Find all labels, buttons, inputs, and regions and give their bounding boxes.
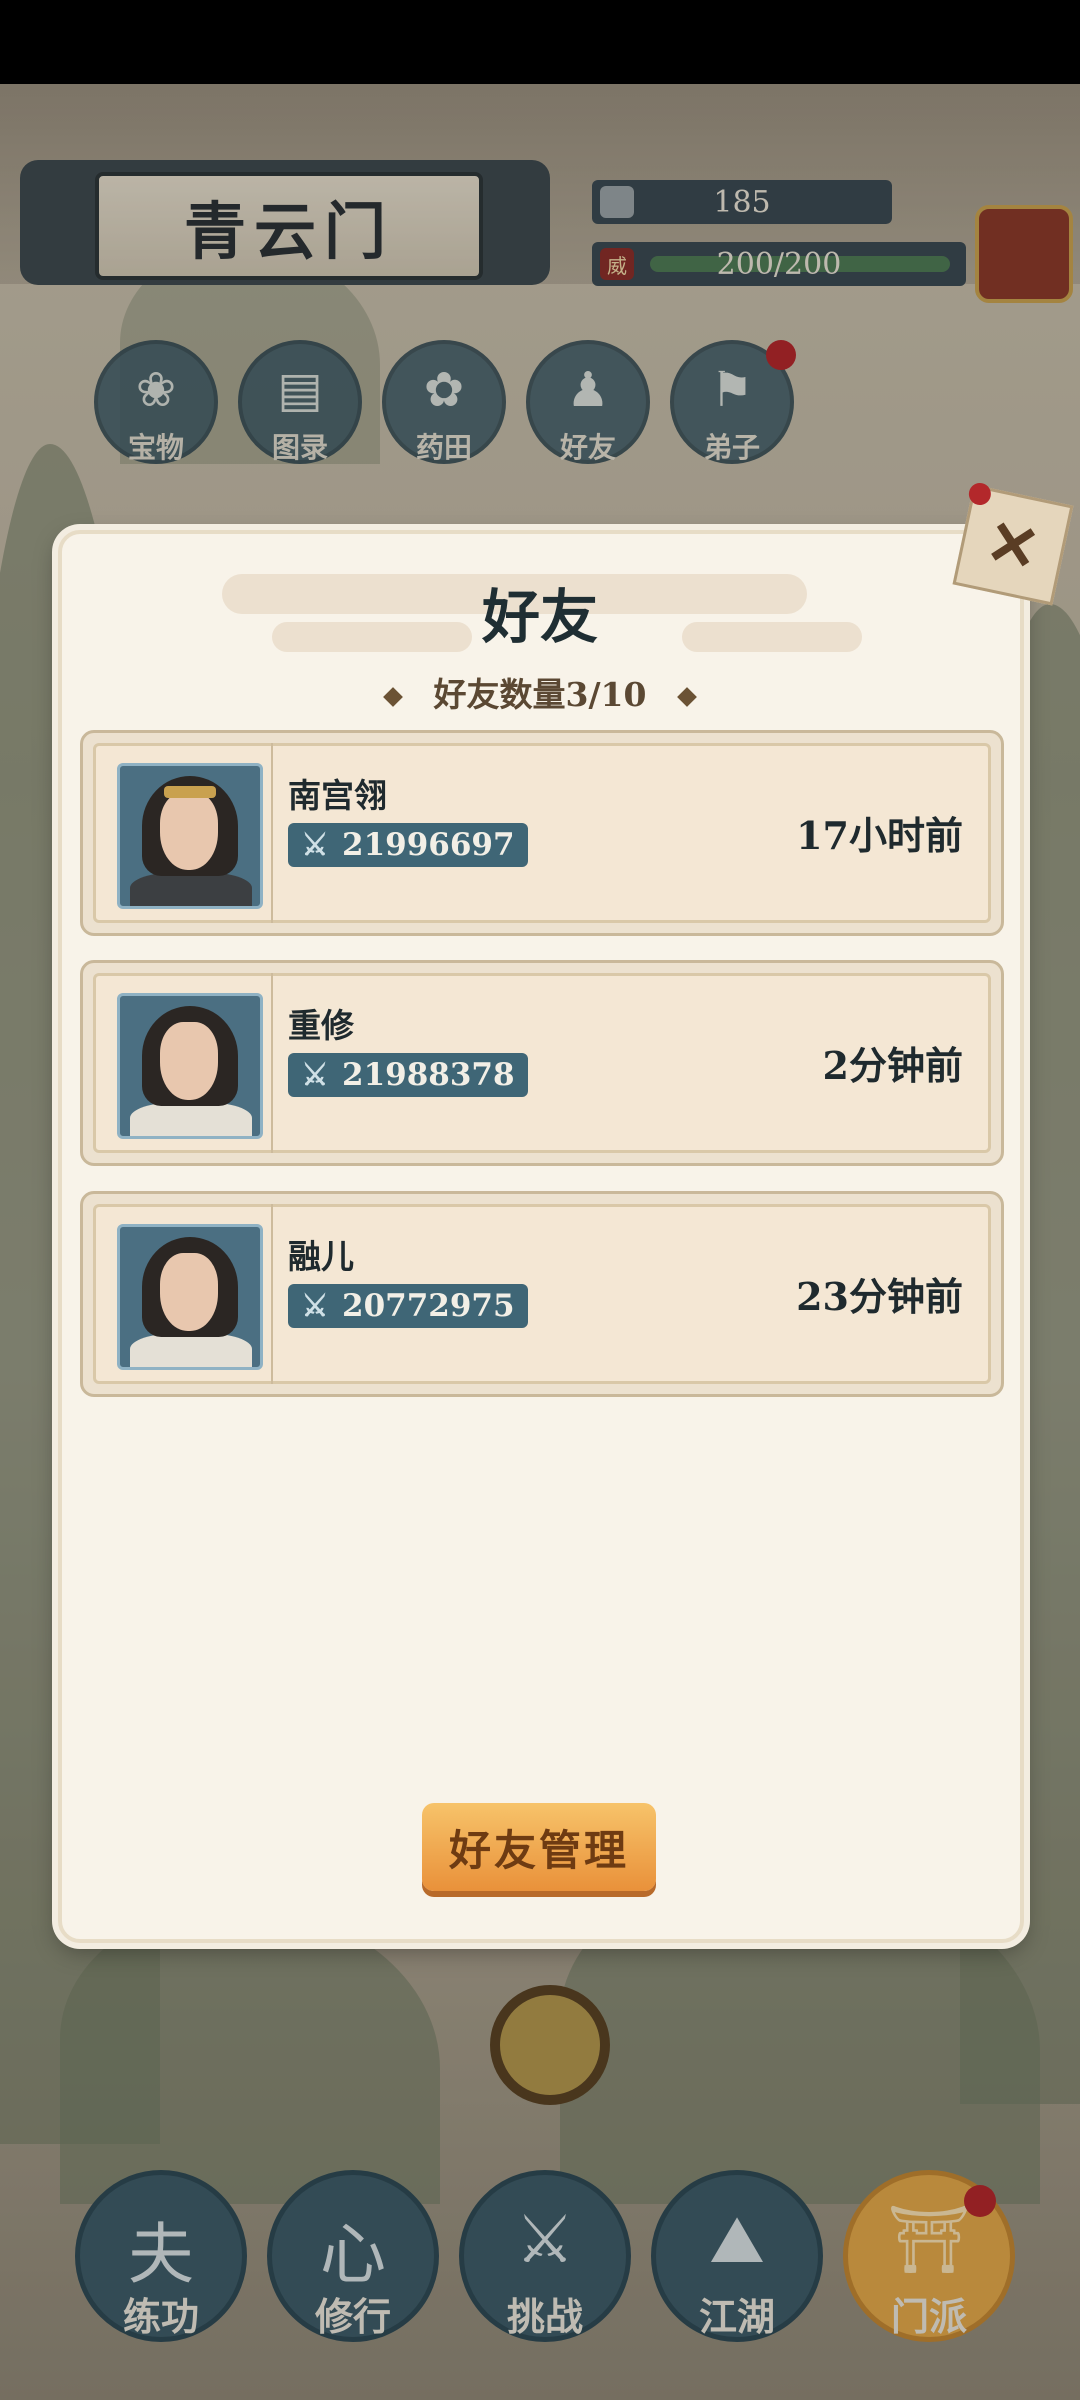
crossed-swords-icon: ⚔ (301, 827, 329, 863)
power-value: 21996697 (342, 827, 515, 863)
power-value: 21988378 (342, 1057, 515, 1093)
card-divider (271, 973, 273, 1153)
friend-name: 重修 (288, 1006, 354, 1045)
friend-card[interactable]: 融儿 ⚔ 20772975 23分钟前 (80, 1191, 1004, 1397)
friend-name: 融儿 (288, 1237, 354, 1276)
friend-card[interactable]: 重修 ⚔ 21988378 2分钟前 (80, 960, 1004, 1166)
crossed-swords-icon: ⚔ (301, 1288, 329, 1324)
diamond-icon (677, 687, 698, 707)
avatar[interactable] (117, 763, 263, 909)
card-divider (271, 1204, 273, 1384)
crossed-swords-icon: ⚔ (301, 1057, 329, 1093)
friend-card[interactable]: 南宫翎 ⚔ 21996697 17小时前 (80, 730, 1004, 936)
dialog-title: 好友 (481, 583, 598, 651)
power-value: 20772975 (342, 1288, 515, 1324)
diamond-icon (382, 687, 403, 707)
power-badge: ⚔ 21988378 (288, 1053, 528, 1097)
last-online: 2分钟前 (822, 1043, 963, 1088)
close-button[interactable]: ✕ (952, 480, 1074, 606)
power-badge: ⚔ 21996697 (288, 823, 528, 867)
friend-name: 南宫翎 (288, 776, 387, 815)
status-bar (0, 0, 1080, 84)
manage-friends-button[interactable]: 好友管理 (422, 1803, 656, 1891)
card-divider (271, 743, 273, 923)
avatar[interactable] (117, 1224, 263, 1370)
friend-count-label: 好友数量3/10 (433, 675, 647, 714)
close-icon: ✕ (979, 503, 1046, 587)
last-online: 17小时前 (796, 813, 963, 858)
avatar[interactable] (117, 993, 263, 1139)
friend-count: 好友数量3/10 (0, 668, 1080, 716)
last-online: 23分钟前 (796, 1274, 963, 1319)
power-badge: ⚔ 20772975 (288, 1284, 528, 1328)
